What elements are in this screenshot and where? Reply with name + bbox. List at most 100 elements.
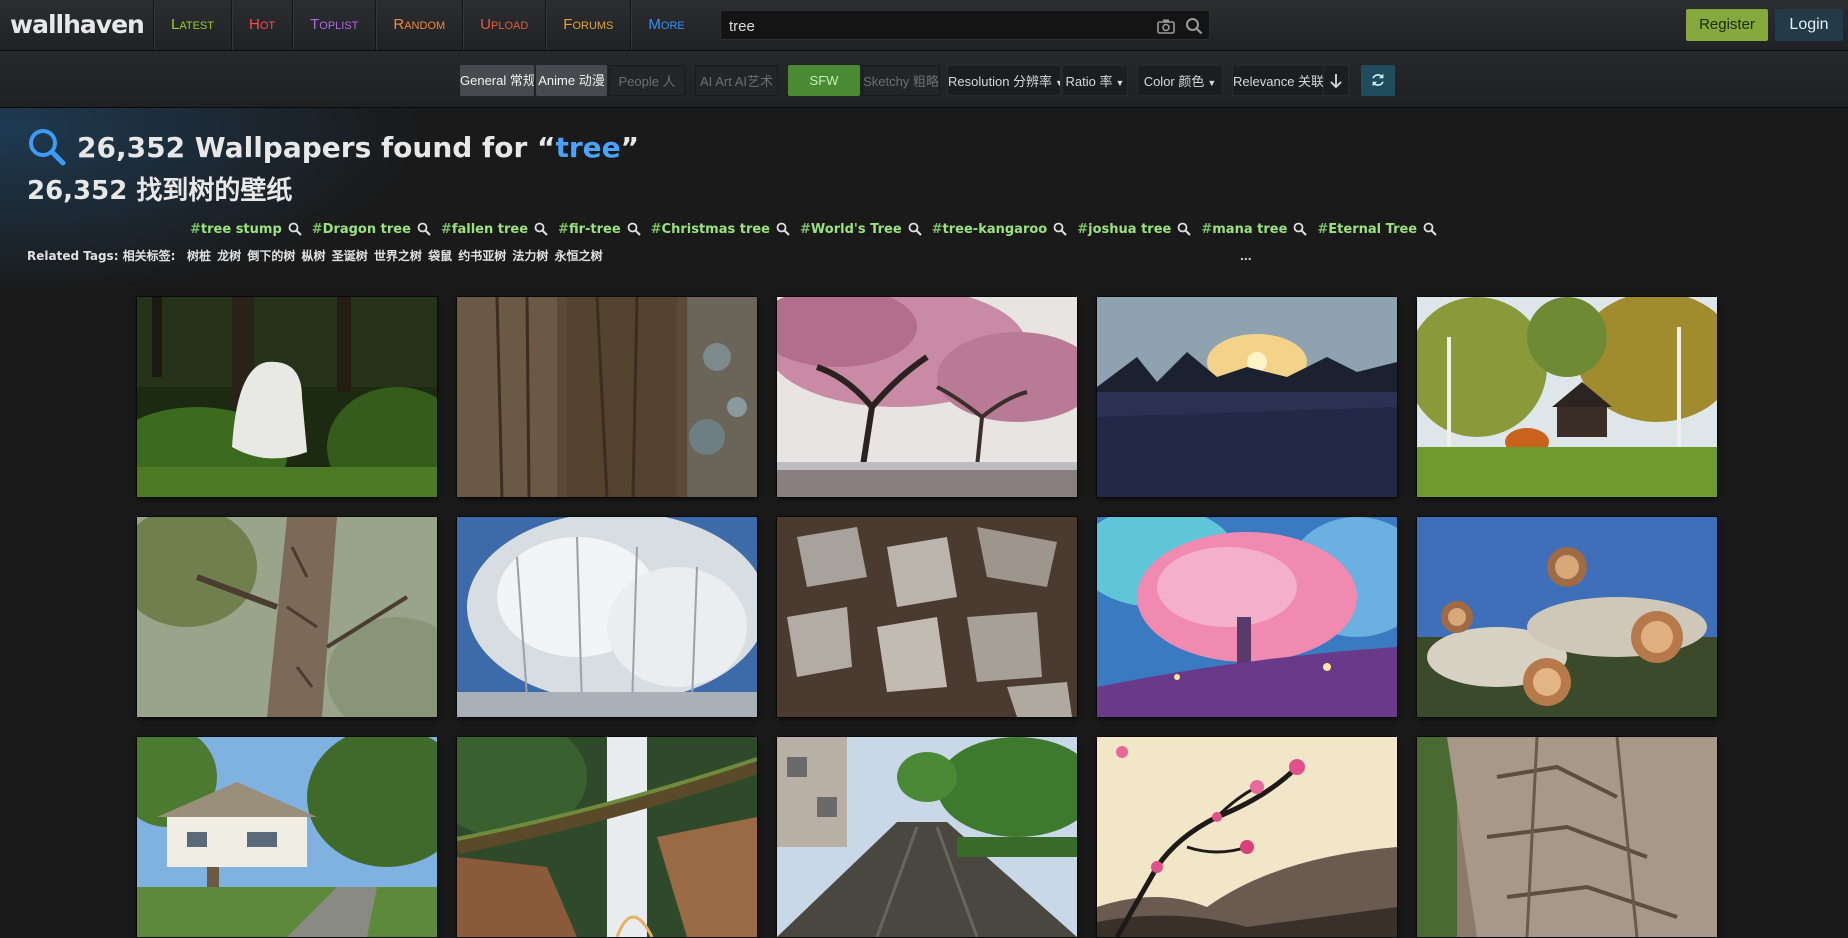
search-icon[interactable] xyxy=(288,222,302,236)
chevron-down-icon: ▼ xyxy=(1055,78,1060,88)
tag-link[interactable]: # Dragon tree xyxy=(312,222,431,237)
related-tags-row: # tree stump # Dragon tree # fallen tree # f… xyxy=(190,218,1447,240)
filter-ai-art-toggle[interactable]: AI Art AI艺术 xyxy=(695,65,778,96)
tag-name: Christmas tree xyxy=(661,221,771,237)
nav-more[interactable]: More xyxy=(630,0,701,50)
nav-toplist[interactable]: Toplist xyxy=(292,0,375,50)
tag-name: mana tree xyxy=(1212,221,1288,237)
wallpaper-thumb[interactable] xyxy=(1097,517,1397,717)
filter-general-toggle[interactable]: General 常规 xyxy=(460,65,534,96)
refresh-search-button[interactable] xyxy=(1361,65,1395,96)
sort-order-button[interactable] xyxy=(1323,65,1349,96)
more-tags-button[interactable]: ... xyxy=(1240,247,1252,263)
wallpaper-thumb[interactable] xyxy=(777,737,1077,937)
wallpaper-thumb[interactable] xyxy=(457,737,757,937)
main-nav: Latest Hot Toplist Random Upload Forums … xyxy=(153,0,702,50)
ratio-label: Ratio 率 xyxy=(1065,74,1113,89)
nav-forums[interactable]: Forums xyxy=(545,0,630,50)
color-dropdown[interactable]: Color 颜色 ▼ xyxy=(1137,65,1223,96)
thumb-image xyxy=(137,297,437,497)
search-icon[interactable] xyxy=(908,222,922,236)
tag-hash: # xyxy=(558,221,569,237)
wallpaper-thumb[interactable] xyxy=(457,297,757,497)
thumb-image xyxy=(137,517,437,717)
thumb-image xyxy=(1097,517,1397,717)
nav-latest[interactable]: Latest xyxy=(153,0,231,50)
tag-link[interactable]: # mana tree xyxy=(1201,221,1308,237)
results-title-end: ” xyxy=(620,130,640,164)
wallpaper-thumb[interactable] xyxy=(1097,297,1397,497)
sort-desc-icon xyxy=(1330,74,1342,89)
search-icon xyxy=(29,129,66,166)
search-icon[interactable] xyxy=(1177,222,1192,236)
results-subtitle: 26,352 找到树的壁纸 xyxy=(27,176,293,206)
site-logo[interactable]: wallhaven xyxy=(10,8,145,42)
results-count: 26,352 xyxy=(77,130,186,164)
wallpaper-thumb[interactable] xyxy=(1097,737,1397,937)
results-title: 26,352 Wallpapers found for “tree” xyxy=(27,121,639,173)
search-icon[interactable] xyxy=(1423,222,1437,236)
tag-link[interactable]: # World's Tree xyxy=(800,222,922,237)
tag-link[interactable]: # Christmas tree xyxy=(651,222,790,237)
thumb-image xyxy=(1417,517,1717,717)
nav-random[interactable]: Random xyxy=(375,0,462,50)
thumb-image xyxy=(1417,297,1717,497)
search-box xyxy=(720,10,1210,41)
sort-dropdown[interactable]: Relevance 关联▼ xyxy=(1232,65,1330,96)
search-icon[interactable] xyxy=(534,222,548,236)
thumb-image xyxy=(457,297,757,497)
tag-name: Dragon tree xyxy=(322,221,411,237)
search-icon[interactable] xyxy=(627,222,641,236)
login-button[interactable]: Login xyxy=(1775,9,1843,41)
camera-icon[interactable] xyxy=(1155,15,1177,37)
tag-link[interactable]: # fir-tree xyxy=(558,222,641,237)
register-button[interactable]: Register xyxy=(1686,9,1768,41)
thumb-image xyxy=(777,517,1077,717)
wallpaper-thumb[interactable] xyxy=(137,297,437,497)
search-input[interactable] xyxy=(727,11,1151,41)
related-tags-label: Related Tags: 相关标签: xyxy=(27,249,176,263)
search-icon[interactable] xyxy=(1183,15,1205,37)
wallpaper-thumb[interactable] xyxy=(777,517,1077,717)
thumb-image xyxy=(777,297,1077,497)
wallpaper-thumb[interactable] xyxy=(777,297,1077,497)
nav-hot[interactable]: Hot xyxy=(230,0,292,50)
ratio-dropdown[interactable]: Ratio 率 ▼ xyxy=(1062,65,1128,96)
purity-sfw-toggle[interactable]: SFW xyxy=(788,65,860,96)
thumb-image xyxy=(457,737,757,937)
tag-link[interactable]: # tree-kangaroo xyxy=(932,222,1068,237)
tag-link[interactable]: # tree stump xyxy=(190,222,302,237)
resolution-label: Resolution 分辨率 xyxy=(948,74,1053,89)
tag-link[interactable]: # fallen tree xyxy=(441,222,548,237)
wallpaper-thumb[interactable] xyxy=(1417,297,1717,497)
search-icon[interactable] xyxy=(776,222,790,236)
tag-hash: # xyxy=(311,221,323,237)
resolution-dropdown[interactable]: Resolution 分辨率▼ xyxy=(947,65,1061,96)
tag-name: tree-kangaroo xyxy=(942,221,1048,237)
filter-people-toggle[interactable]: People 人 xyxy=(609,65,685,96)
tag-name: World's Tree xyxy=(810,221,902,237)
search-icon[interactable] xyxy=(1053,222,1067,236)
tag-hash: # xyxy=(800,221,811,237)
wallpaper-thumb[interactable] xyxy=(1417,737,1717,937)
tag-link[interactable]: # joshua tree xyxy=(1077,222,1192,237)
tag-hash: # xyxy=(1317,221,1329,237)
color-label: Color 颜色 xyxy=(1143,74,1205,89)
search-icon[interactable] xyxy=(1293,222,1308,236)
nav-upload[interactable]: Upload xyxy=(462,0,545,50)
thumb-image xyxy=(1097,297,1397,497)
thumb-image xyxy=(457,517,757,717)
chevron-down-icon: ▼ xyxy=(1207,78,1217,88)
tag-link[interactable]: # Eternal Tree xyxy=(1317,222,1437,237)
wallpaper-thumb[interactable] xyxy=(137,737,437,937)
wallpaper-thumb[interactable] xyxy=(137,517,437,717)
search-icon[interactable] xyxy=(417,222,431,236)
refresh-icon xyxy=(1372,73,1384,87)
thumb-image xyxy=(1097,737,1397,937)
wallpaper-thumb[interactable] xyxy=(1417,517,1717,717)
wallpaper-thumb[interactable] xyxy=(457,517,757,717)
purity-sketchy-toggle[interactable]: Sketchy 粗略 xyxy=(862,65,940,96)
filter-anime-toggle[interactable]: Anime 动漫 xyxy=(536,65,607,96)
tag-hash: # xyxy=(650,221,662,237)
thumb-image xyxy=(777,737,1077,937)
